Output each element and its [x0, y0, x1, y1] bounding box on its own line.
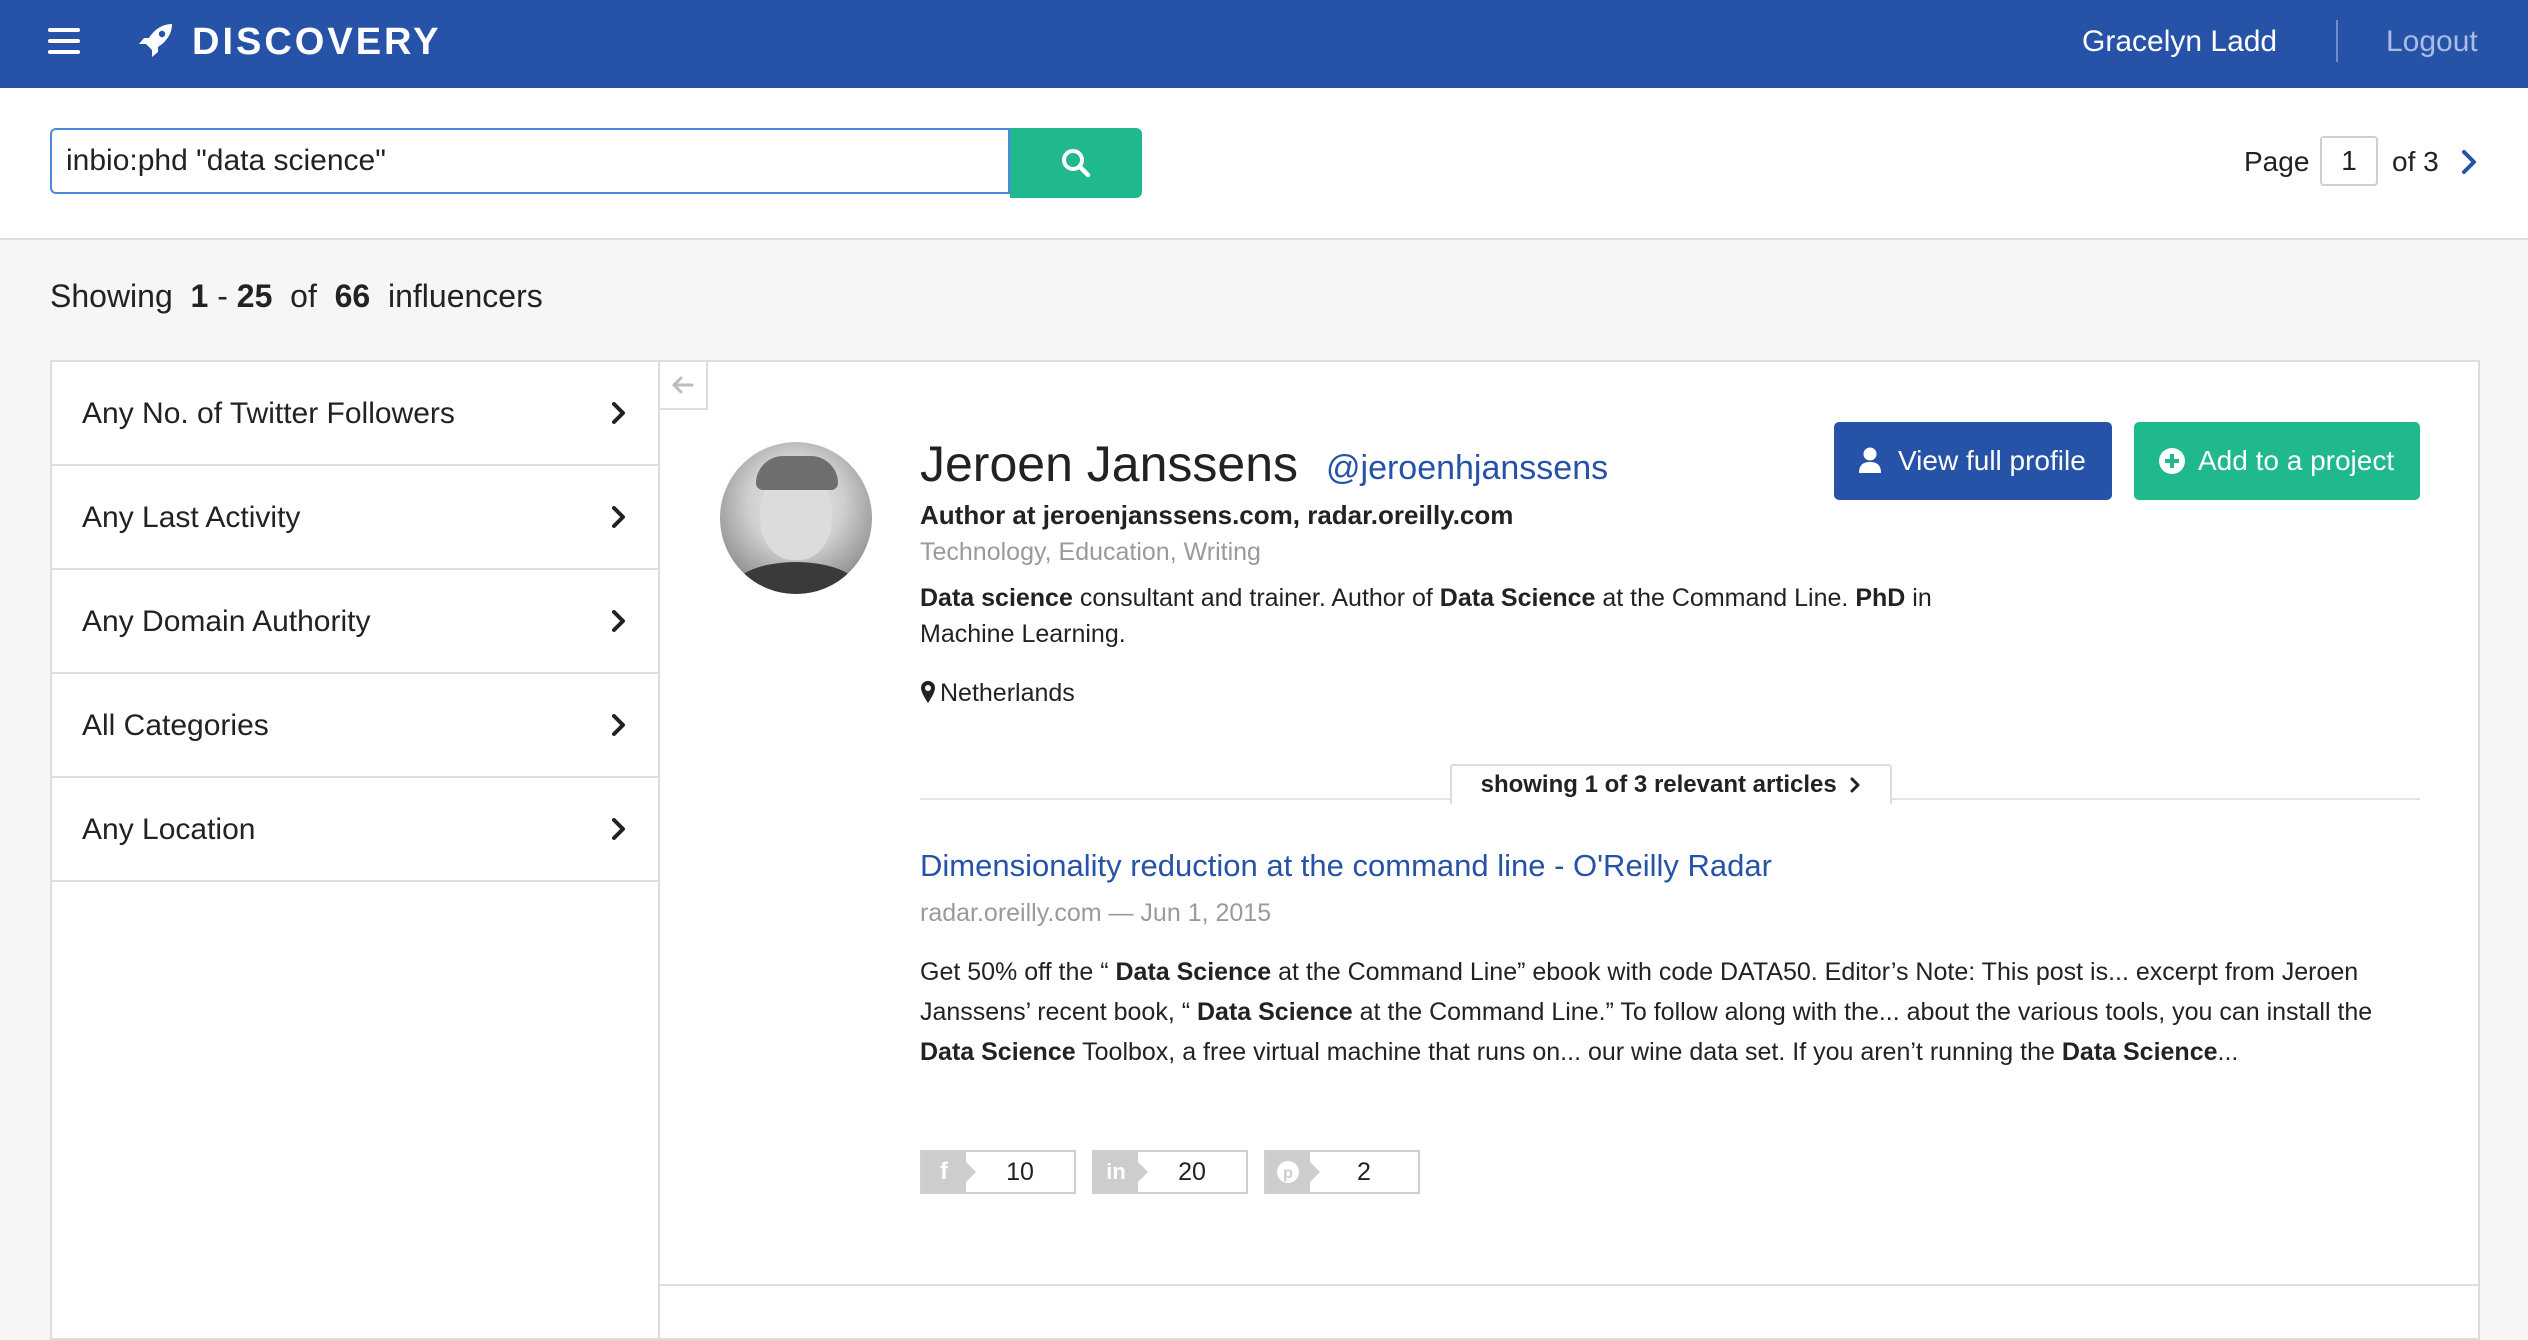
search-button[interactable]: [1010, 128, 1142, 198]
user-name[interactable]: Gracelyn Ladd: [2082, 20, 2277, 64]
page-total: of 3: [2392, 146, 2439, 177]
card-divider: [660, 1284, 2480, 1286]
article-meta: radar.oreilly.com — Jun 1, 2015: [920, 899, 1272, 927]
filter-label: Any Location: [82, 813, 256, 846]
chevron-right-icon: [612, 818, 625, 840]
article-title-link[interactable]: Dimensionality reduction at the command …: [920, 846, 1772, 886]
chevron-right-icon[interactable]: [2458, 146, 2482, 178]
filter-twitter-followers[interactable]: Any No. of Twitter Followers: [52, 362, 658, 466]
pinterest-icon: p: [1266, 1152, 1320, 1192]
influencer-card: Jeroen Janssens @jeroenhjanssens Author …: [658, 360, 2480, 1340]
chevron-right-icon: [612, 506, 625, 528]
twitter-handle-link[interactable]: @jeroenhjanssens: [1326, 448, 1608, 488]
view-full-profile-button[interactable]: View full profile: [1834, 422, 2112, 500]
facebook-share-count[interactable]: f 10: [920, 1150, 1076, 1194]
filter-location[interactable]: Any Location: [52, 778, 658, 882]
collapse-sidebar-button[interactable]: [660, 362, 708, 410]
filter-last-activity[interactable]: Any Last Activity: [52, 466, 658, 570]
filters-sidebar: Any No. of Twitter Followers Any Last Ac…: [50, 360, 660, 1340]
profile-location: Netherlands: [920, 676, 1075, 710]
user-icon: [1859, 447, 1881, 473]
plus-circle-icon: [2159, 448, 2185, 474]
nav-divider: [2336, 20, 2338, 62]
top-navbar: DISCOVERY Gracelyn Ladd Logout: [0, 0, 2528, 88]
filter-domain-authority[interactable]: Any Domain Authority: [52, 570, 658, 674]
map-marker-icon: [921, 681, 935, 703]
profile-categories: Technology, Education, Writing: [920, 538, 1261, 566]
page-label: Page: [2244, 146, 2310, 177]
chevron-right-icon: [612, 714, 625, 736]
filter-label: Any Last Activity: [82, 501, 301, 534]
chevron-right-icon: [612, 402, 625, 424]
profile-role: Author at jeroenjanssens.com, radar.orei…: [920, 500, 1514, 530]
svg-text:p: p: [1283, 1165, 1293, 1182]
chevron-right-icon: [1850, 777, 1860, 793]
share-count: 2: [1357, 1158, 1371, 1186]
avatar[interactable]: [720, 442, 872, 594]
arrow-left-icon: [672, 376, 694, 394]
brand-logo[interactable]: DISCOVERY: [192, 20, 441, 64]
profile-bio: Data science consultant and trainer. Aut…: [920, 584, 1932, 648]
article-excerpt: Get 50% off the “ Data Science at the Co…: [920, 958, 2373, 1066]
menu-icon[interactable]: [48, 28, 80, 56]
relevant-articles-toggle[interactable]: showing 1 of 3 relevant articles: [1450, 764, 1892, 804]
linkedin-share-count[interactable]: in 20: [1092, 1150, 1248, 1194]
facebook-icon: f: [922, 1152, 976, 1192]
page-number-input[interactable]: 1: [2320, 136, 2378, 186]
share-count: 10: [1006, 1158, 1034, 1186]
search-icon: [1062, 149, 1091, 178]
rocket-icon: [139, 24, 172, 57]
share-count: 20: [1178, 1158, 1206, 1186]
filter-label: All Categories: [82, 709, 269, 742]
pinterest-share-count[interactable]: p 2: [1264, 1150, 1420, 1194]
search-bar-row: Page 1 of 3: [0, 88, 2528, 240]
chevron-right-icon: [612, 610, 625, 632]
filter-label: Any No. of Twitter Followers: [82, 397, 455, 430]
profile-name[interactable]: Jeroen Janssens: [920, 434, 1298, 494]
results-count: Showing 1 - 25 of 66 influencers: [50, 278, 543, 314]
filter-categories[interactable]: All Categories: [52, 674, 658, 778]
search-input[interactable]: [50, 128, 1010, 194]
filter-label: Any Domain Authority: [82, 605, 371, 638]
logout-link[interactable]: Logout: [2386, 20, 2478, 64]
linkedin-icon: in: [1094, 1152, 1148, 1192]
add-to-project-button[interactable]: Add to a project: [2134, 422, 2420, 500]
